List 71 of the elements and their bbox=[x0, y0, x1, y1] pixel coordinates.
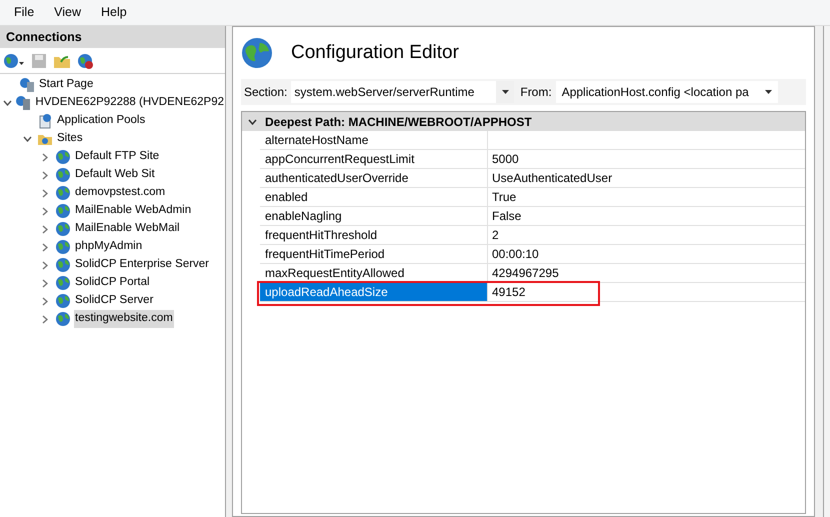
expand-icon[interactable] bbox=[42, 224, 48, 234]
dropdown-arrow-icon bbox=[765, 90, 772, 94]
collapse-icon[interactable] bbox=[22, 136, 32, 142]
property-name[interactable]: uploadReadAheadSize bbox=[260, 283, 488, 301]
globe-icon bbox=[55, 149, 71, 165]
from-dropdown[interactable]: ApplicationHost.config <location pa bbox=[556, 81, 778, 103]
dropdown-arrow-icon bbox=[502, 90, 509, 94]
menu-item[interactable]: Help bbox=[101, 3, 127, 22]
expand-icon[interactable] bbox=[42, 170, 48, 180]
property-name[interactable]: frequentHitTimePeriod bbox=[260, 245, 488, 263]
property-name[interactable]: enabled bbox=[260, 188, 488, 206]
collapse-icon[interactable] bbox=[2, 100, 12, 106]
property-value[interactable]: UseAuthenticatedUser bbox=[488, 169, 805, 187]
tree-item[interactable]: Application Pools bbox=[56, 112, 146, 130]
property-name[interactable]: enableNagling bbox=[260, 207, 488, 225]
tree-item[interactable]: MailEnable WebAdmin bbox=[74, 202, 192, 220]
property-name[interactable]: appConcurrentRequestLimit bbox=[260, 150, 488, 168]
menu-item[interactable]: View bbox=[54, 3, 82, 22]
expand-icon[interactable] bbox=[42, 278, 48, 288]
group-header[interactable]: Deepest Path: MACHINE/WEBROOT/APPHOST bbox=[242, 112, 805, 131]
tree-item[interactable]: Default FTP Site bbox=[74, 148, 160, 166]
globe-icon bbox=[55, 203, 71, 219]
expand-icon[interactable] bbox=[42, 206, 48, 216]
expand-icon[interactable] bbox=[42, 296, 48, 306]
globe-icon bbox=[55, 167, 71, 183]
property-value[interactable]: 00:00:10 bbox=[488, 245, 805, 263]
tree-item[interactable]: SolidCP Enterprise Server bbox=[74, 256, 210, 274]
tree-item[interactable]: testingwebsite.com bbox=[74, 310, 174, 328]
menu-item[interactable]: File bbox=[14, 3, 34, 22]
globe-icon bbox=[55, 257, 71, 273]
pool-icon bbox=[37, 113, 53, 129]
property-value[interactable]: 49152 bbox=[488, 283, 805, 301]
globe-icon bbox=[55, 311, 71, 327]
expand-icon[interactable] bbox=[42, 188, 48, 198]
globe-icon bbox=[55, 185, 71, 201]
tree-item[interactable]: Default Web Sit bbox=[74, 166, 156, 184]
tree-item[interactable]: MailEnable WebMail bbox=[74, 220, 181, 238]
property-value[interactable]: False bbox=[488, 207, 805, 225]
globe-icon[interactable] bbox=[77, 52, 95, 68]
property-name[interactable]: alternateHostName bbox=[260, 131, 488, 149]
from-label: From: bbox=[520, 84, 552, 101]
server-icon bbox=[15, 95, 32, 111]
tree-item[interactable]: SolidCP Server bbox=[74, 292, 154, 310]
tree-item[interactable]: HVDENE62P92288 (HVDENE62P92 bbox=[34, 94, 225, 112]
tree-item[interactable]: Sites bbox=[56, 130, 84, 148]
server-icon bbox=[19, 77, 35, 93]
globe-icon bbox=[55, 275, 71, 291]
property-value[interactable]: 5000 bbox=[488, 150, 805, 168]
property-value[interactable]: 2 bbox=[488, 226, 805, 244]
property-value[interactable]: 4294967295 bbox=[488, 264, 805, 282]
property-name[interactable]: maxRequestEntityAllowed bbox=[260, 264, 488, 282]
globe-icon bbox=[55, 239, 71, 255]
property-value[interactable]: True bbox=[488, 188, 805, 206]
globe-icon bbox=[241, 37, 273, 69]
tree-item[interactable]: phpMyAdmin bbox=[74, 238, 144, 256]
section-dropdown[interactable]: system.webServer/serverRuntime bbox=[291, 81, 514, 103]
expand-icon[interactable] bbox=[42, 314, 48, 324]
globe-icon bbox=[55, 293, 71, 309]
globe-icon bbox=[55, 221, 71, 237]
panel-title: Connections bbox=[0, 26, 225, 48]
property-name[interactable]: authenticatedUserOverride bbox=[260, 169, 488, 187]
tree-item[interactable]: SolidCP Portal bbox=[74, 274, 151, 292]
section-label: Section: bbox=[244, 84, 288, 101]
tree-item[interactable]: demovpstest.com bbox=[74, 184, 166, 202]
expand-icon[interactable] bbox=[42, 260, 48, 270]
tree-item[interactable]: Start Page bbox=[38, 76, 94, 94]
property-name[interactable]: frequentHitThreshold bbox=[260, 226, 488, 244]
page-title: Configuration Editor bbox=[291, 40, 459, 65]
expand-icon[interactable] bbox=[42, 152, 48, 162]
expand-icon[interactable] bbox=[42, 242, 48, 252]
globe-icon[interactable] bbox=[3, 52, 25, 68]
